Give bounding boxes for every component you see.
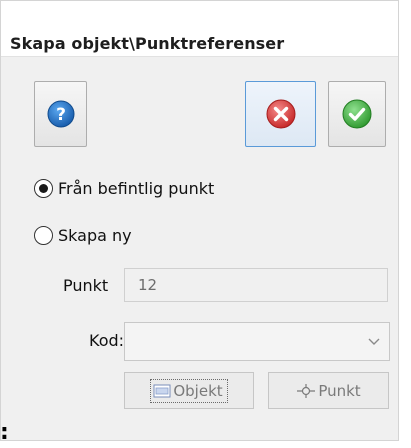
punkt-field[interactable]: 12 bbox=[124, 268, 388, 302]
title-bar: Skapa objekt\Punktreferenser bbox=[1, 1, 398, 57]
radio-label-existing: Från befintlig punkt bbox=[58, 179, 215, 198]
cancel-x-icon bbox=[266, 99, 295, 129]
dialog-title: Skapa objekt\Punktreferenser bbox=[10, 34, 285, 53]
radio-create-new[interactable]: Skapa ny bbox=[34, 226, 132, 245]
chevron-down-icon bbox=[368, 338, 380, 345]
kod-label: Kod: bbox=[89, 331, 125, 350]
objekt-button-label: Objekt bbox=[173, 381, 223, 400]
punkt-label: Punkt bbox=[63, 276, 109, 295]
radio-button-existing[interactable] bbox=[34, 179, 53, 198]
objekt-button[interactable]: Objekt bbox=[124, 372, 254, 409]
cancel-button[interactable] bbox=[245, 81, 316, 147]
radio-label-new: Skapa ny bbox=[58, 226, 132, 245]
punkt-button[interactable]: Punkt bbox=[268, 372, 389, 409]
ok-check-icon bbox=[342, 99, 372, 129]
punkt-button-label: Punkt bbox=[318, 381, 361, 400]
svg-text:?: ? bbox=[56, 105, 66, 125]
help-question-icon: ? bbox=[47, 100, 74, 128]
stray-colon-text: : bbox=[0, 420, 9, 445]
dialog-window: Skapa objekt\Punktreferenser ? Från befi… bbox=[0, 0, 399, 441]
ok-button[interactable] bbox=[328, 81, 386, 147]
kod-dropdown[interactable] bbox=[124, 322, 390, 361]
radio-button-new[interactable] bbox=[34, 226, 53, 245]
object-window-icon bbox=[153, 384, 171, 397]
crosshair-point-icon bbox=[297, 383, 316, 398]
objekt-focus-frame: Objekt bbox=[150, 378, 228, 403]
radio-from-existing-point[interactable]: Från befintlig punkt bbox=[34, 179, 214, 198]
help-button[interactable]: ? bbox=[34, 81, 87, 147]
